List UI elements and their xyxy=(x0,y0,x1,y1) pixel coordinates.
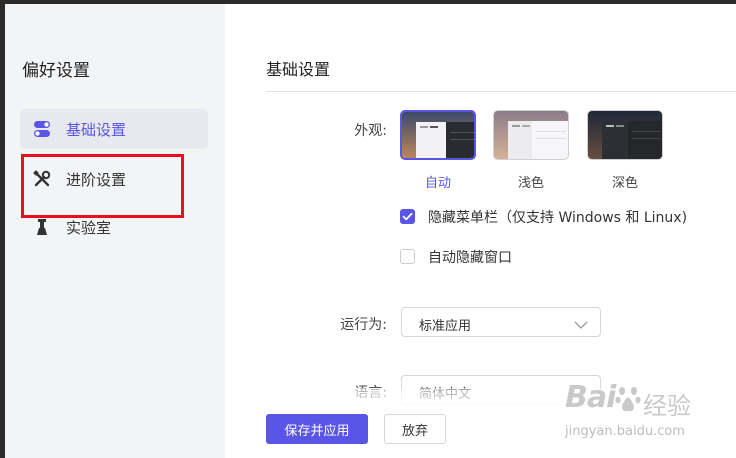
watermark-brand: Bai xyxy=(565,380,616,415)
baidu-jingyan-watermark: Bai 经验 jingyan.baidu.com xyxy=(565,380,730,452)
flask-icon xyxy=(33,218,51,236)
run-as-select[interactable]: 标准应用 xyxy=(401,307,601,337)
check-icon xyxy=(402,212,413,221)
auto-hide-window-checkbox[interactable] xyxy=(400,249,415,264)
sidebar-item-label: 实验室 xyxy=(66,218,112,237)
hide-menubar-checkbox[interactable] xyxy=(400,209,415,224)
highlight-box xyxy=(21,154,184,218)
sidebar-title: 偏好设置 xyxy=(22,61,90,81)
toggle-icon xyxy=(33,120,51,138)
discard-button[interactable]: 放弃 xyxy=(384,414,446,444)
save-apply-button[interactable]: 保存并应用 xyxy=(266,414,368,444)
sidebar-item-basic-settings[interactable]: 基础设置 xyxy=(20,109,208,149)
hide-menubar-label: 隐藏菜单栏（仅支持 Windows 和 Linux) xyxy=(428,210,688,226)
sidebar: 偏好设置 基础设置 进阶设置 实验室 xyxy=(5,4,225,458)
sidebar-item-label: 基础设置 xyxy=(66,120,127,139)
theme-light-thumbnail[interactable] xyxy=(493,110,569,160)
chevron-down-icon xyxy=(574,316,588,335)
theme-auto-thumbnail[interactable] xyxy=(400,110,476,160)
theme-dark-label[interactable]: 深色 xyxy=(587,172,663,191)
watermark-brand-cn: 经验 xyxy=(643,392,691,420)
paw-icon xyxy=(615,384,641,418)
theme-light-label[interactable]: 浅色 xyxy=(493,172,569,191)
auto-hide-window-label: 自动隐藏窗口 xyxy=(428,250,512,266)
watermark-url: jingyan.baidu.com xyxy=(565,424,685,439)
page-title: 基础设置 xyxy=(266,60,331,79)
theme-auto-label[interactable]: 自动 xyxy=(400,172,476,191)
appearance-label: 外观: xyxy=(354,123,387,139)
divider xyxy=(266,91,736,92)
run-as-label: 运行为: xyxy=(340,317,387,333)
theme-dark-thumbnail[interactable] xyxy=(587,110,663,160)
run-as-value: 标准应用 xyxy=(419,319,472,334)
